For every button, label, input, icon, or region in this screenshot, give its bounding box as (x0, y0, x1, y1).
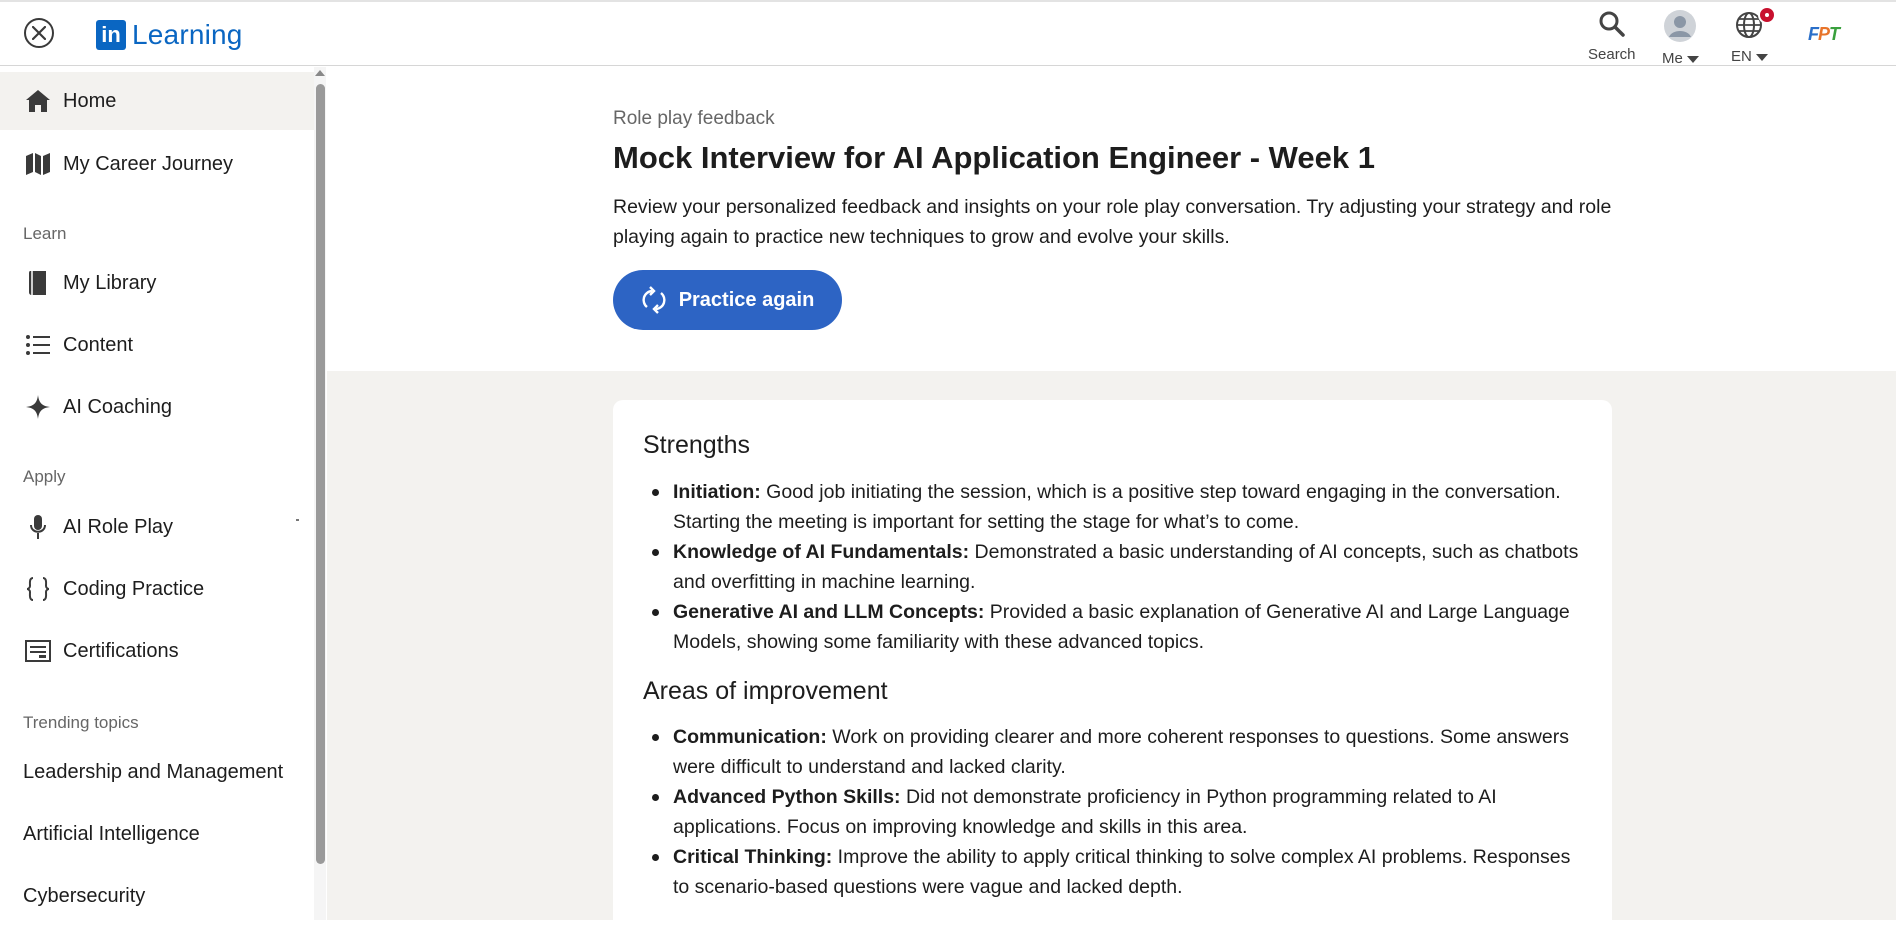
sidebar (0, 67, 326, 920)
strengths-list: Initiation: Good job initiating the sess… (643, 477, 1588, 657)
top-header: in Learning Search Me EN FPT (0, 0, 1896, 67)
sidebar-item-ai-coaching[interactable]: AI Coaching (0, 378, 314, 436)
apply-heading: Apply (23, 467, 66, 486)
trending-topics-heading: Trending topics (23, 713, 139, 732)
me-menu-button[interactable]: Me (1662, 10, 1699, 67)
list-item: Generative AI and LLM Concepts: Provided… (643, 597, 1588, 657)
sidebar-item-label: Content (63, 333, 134, 356)
sidebar-item-label: Home (63, 89, 117, 112)
item-term: Advanced Python Skills: (673, 786, 901, 808)
list-item: Advanced Python Skills: Did not demonstr… (643, 782, 1588, 842)
sidebar-item-label: AI Role Play (63, 515, 174, 538)
strengths-heading: Strengths (643, 431, 751, 459)
item-text: Good job initiating the session, which i… (673, 481, 1561, 533)
trending-topic-link[interactable]: Cybersecurity (23, 885, 145, 908)
list-item: Communication: Work on providing clearer… (643, 722, 1588, 782)
close-icon (32, 26, 46, 40)
sidebar-item-content[interactable]: Content (0, 316, 314, 374)
sidebar-item-label: My Library (63, 271, 157, 294)
sidebar-item-home[interactable]: Home (0, 72, 314, 130)
search-icon (1599, 11, 1625, 37)
page-title: Mock Interview for AI Application Engine… (613, 140, 1375, 175)
sidebar-item-ai-role-play[interactable]: AI Role Play (0, 498, 314, 556)
sidebar-item-my-library[interactable]: My Library (0, 254, 314, 312)
organization-logo[interactable]: FPT (1808, 24, 1840, 45)
linkedin-logo-icon: in (96, 20, 126, 50)
sparkle-icon (24, 394, 52, 420)
chevron-down-icon (1686, 55, 1699, 63)
search-button[interactable]: Search (1588, 10, 1636, 63)
linkedin-learning-logo[interactable]: in Learning (96, 19, 243, 51)
list-item: Knowledge of AI Fundamentals: Demonstrat… (643, 537, 1588, 597)
sidebar-item-label: Certifications (63, 639, 179, 662)
home-icon (24, 88, 52, 114)
chevron-down-icon (1755, 53, 1768, 61)
sidebar-item-certifications[interactable]: Certifications (0, 622, 314, 680)
item-term: Generative AI and LLM Concepts: (673, 601, 985, 623)
refresh-icon (641, 285, 667, 315)
item-term: Critical Thinking: (673, 846, 833, 868)
sidebar-scrollbar-thumb[interactable] (316, 84, 325, 864)
practice-again-label: Practice again (678, 288, 815, 311)
list-item: Initiation: Good job initiating the sess… (643, 477, 1588, 537)
certificate-icon (24, 638, 52, 664)
list-item: Critical Thinking: Improve the ability t… (643, 842, 1588, 902)
notification-badge (1758, 6, 1777, 24)
book-icon (24, 270, 52, 296)
sidebar-item-label: My Career Journey (63, 152, 234, 175)
page-description: Review your personalized feedback and in… (613, 196, 1612, 248)
search-label: Search (1588, 46, 1636, 63)
trending-topic-link[interactable]: Leadership and Management (23, 761, 283, 784)
expand-indicator-icon[interactable] (296, 519, 299, 521)
close-button[interactable] (24, 18, 54, 48)
sidebar-item-my-career-journey[interactable]: My Career Journey (0, 135, 314, 193)
list-icon (24, 332, 52, 358)
language-label: EN (1731, 48, 1768, 65)
learn-heading: Learn (23, 224, 67, 243)
trending-topic-link[interactable]: Artificial Intelligence (23, 823, 200, 846)
map-icon (24, 151, 52, 177)
scroll-up-arrow-icon[interactable] (315, 70, 325, 76)
me-label: Me (1662, 50, 1699, 67)
sidebar-item-label: AI Coaching (63, 395, 172, 418)
logo-text: Learning (132, 19, 243, 50)
avatar (1664, 10, 1697, 42)
sidebar-item-coding-practice[interactable]: Coding Practice (0, 560, 314, 618)
braces-icon (24, 576, 52, 602)
page-eyebrow: Role play feedback (613, 108, 775, 129)
language-menu-button[interactable]: EN (1731, 6, 1777, 65)
practice-again-button[interactable]: Practice again (613, 270, 842, 330)
areas-of-improvement-heading: Areas of improvement (643, 677, 888, 705)
microphone-icon (24, 514, 52, 540)
item-term: Knowledge of AI Fundamentals: (673, 541, 970, 563)
sidebar-item-label: Coding Practice (63, 577, 205, 600)
improvements-list: Communication: Work on providing clearer… (643, 722, 1588, 902)
item-term: Communication: (673, 726, 827, 748)
item-term: Initiation: (673, 481, 761, 503)
